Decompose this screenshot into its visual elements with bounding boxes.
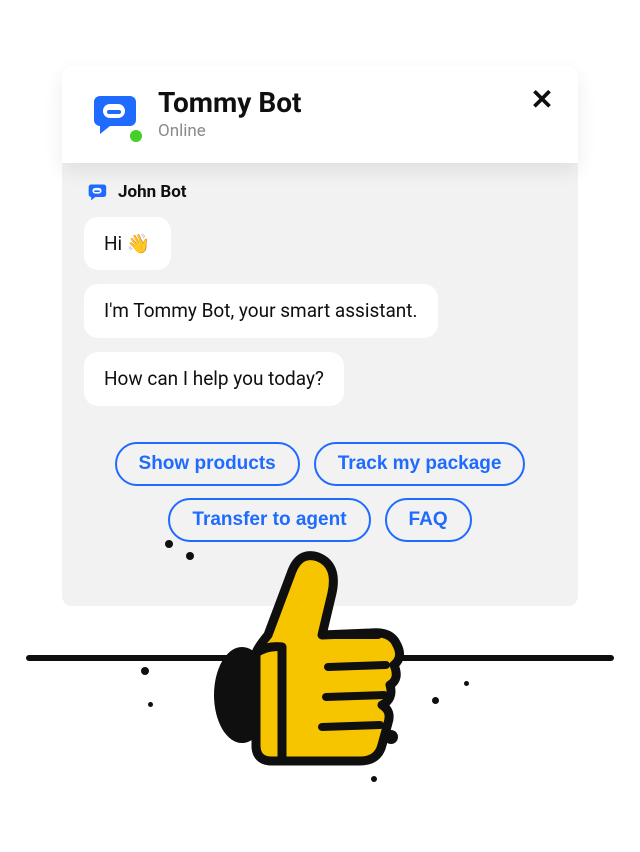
online-status-dot (130, 130, 142, 142)
chat-header: Tommy Bot Online ✕ (62, 66, 578, 163)
decorative-dot (432, 697, 439, 704)
message-bubble: Hi 👋 (84, 217, 171, 271)
quick-replies: Show products Track my package Transfer … (84, 442, 556, 542)
bot-name: Tommy Bot (158, 88, 552, 119)
close-icon: ✕ (530, 86, 553, 114)
decorative-dot (165, 540, 173, 548)
quick-reply-show-products[interactable]: Show products (115, 442, 300, 486)
message-bubble: I'm Tommy Bot, your smart assistant. (84, 284, 438, 338)
quick-reply-track-package[interactable]: Track my package (314, 442, 526, 486)
sender-line: John Bot (86, 181, 556, 203)
chat-body: John Bot Hi 👋 I'm Tommy Bot, your smart … (62, 163, 578, 554)
message-bubble: How can I help you today? (84, 352, 344, 406)
chat-widget: Tommy Bot Online ✕ John Bot Hi 👋 I'm Tom… (62, 66, 578, 606)
thumbs-up-icon (210, 535, 430, 780)
bot-avatar (88, 88, 140, 140)
decorative-dot (186, 552, 194, 560)
close-button[interactable]: ✕ (528, 86, 556, 114)
decorative-dot (464, 681, 469, 686)
bot-status: Online (158, 121, 552, 141)
chat-logo-icon-small (86, 181, 108, 203)
decorative-dot (141, 667, 149, 675)
decorative-dot (148, 702, 153, 707)
sender-name: John Bot (118, 182, 187, 202)
